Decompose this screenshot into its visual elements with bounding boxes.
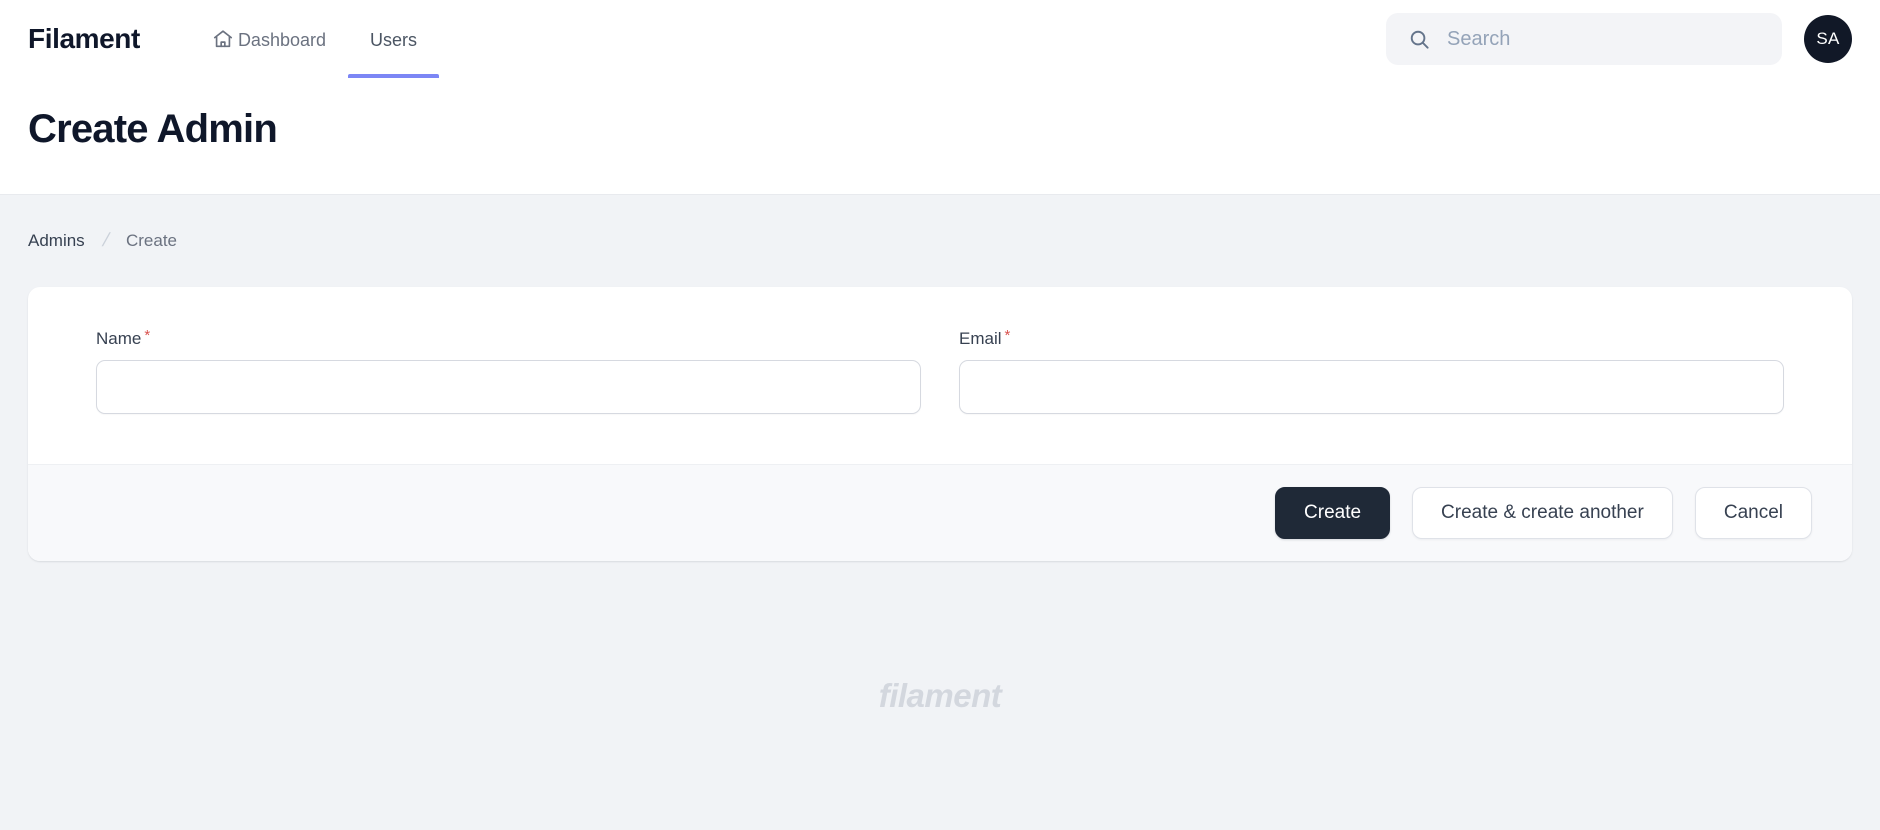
nav-item-dashboard[interactable]: Dashboard	[190, 0, 348, 78]
field-label-name: Name *	[96, 327, 151, 349]
nav-item-users[interactable]: Users	[348, 0, 440, 78]
create-button[interactable]: Create	[1275, 487, 1391, 539]
topbar-right-group: SA	[1386, 13, 1852, 65]
create-admin-form-card: Name * Email * Create Create & create an…	[28, 287, 1852, 561]
cancel-button[interactable]: Cancel	[1694, 487, 1812, 539]
filament-footer-logo: filament	[878, 676, 1002, 714]
field-label-email: Email *	[959, 327, 1011, 349]
search-icon	[1408, 28, 1431, 51]
field-name: Name *	[96, 327, 921, 414]
page-footer: filament	[28, 561, 1852, 830]
nav-item-label: Dashboard	[237, 30, 326, 50]
main-content: Admins / Create Name * Email * Create Cr…	[0, 195, 1880, 830]
home-icon	[212, 28, 234, 50]
form-grid: Name * Email *	[96, 327, 1784, 414]
page-title: Create Admin	[28, 107, 278, 151]
breadcrumb-item-create: Create	[125, 231, 177, 250]
app-root: Filament Dashboard Users Search SA Creat…	[0, 0, 1880, 830]
form-actions-footer: Create Create & create another Cancel	[28, 464, 1852, 561]
form-card-body: Name * Email *	[28, 287, 1852, 464]
field-label-text: Name	[96, 329, 142, 348]
field-label-text: Email	[959, 329, 1002, 348]
global-search[interactable]	[1386, 13, 1782, 65]
primary-nav: Dashboard Users	[190, 0, 440, 78]
breadcrumb: Admins / Create	[28, 195, 1852, 287]
required-asterisk-icon: *	[144, 327, 151, 344]
email-input[interactable]	[959, 360, 1784, 414]
page-heading-strip: Create Admin	[0, 78, 1880, 195]
brand-logo[interactable]: Filament	[28, 25, 140, 53]
search-input[interactable]	[1447, 27, 1760, 51]
create-and-create-another-button[interactable]: Create & create another	[1412, 487, 1673, 539]
breadcrumb-separator-icon: /	[99, 230, 112, 251]
nav-item-label: Users	[370, 30, 418, 50]
breadcrumb-item-admins[interactable]: Admins	[28, 231, 85, 251]
top-navigation-bar: Filament Dashboard Users Search SA	[0, 0, 1880, 78]
field-email: Email *	[959, 327, 1784, 414]
avatar[interactable]: SA	[1804, 15, 1852, 63]
name-input[interactable]	[96, 360, 921, 414]
required-asterisk-icon: *	[1004, 327, 1011, 344]
